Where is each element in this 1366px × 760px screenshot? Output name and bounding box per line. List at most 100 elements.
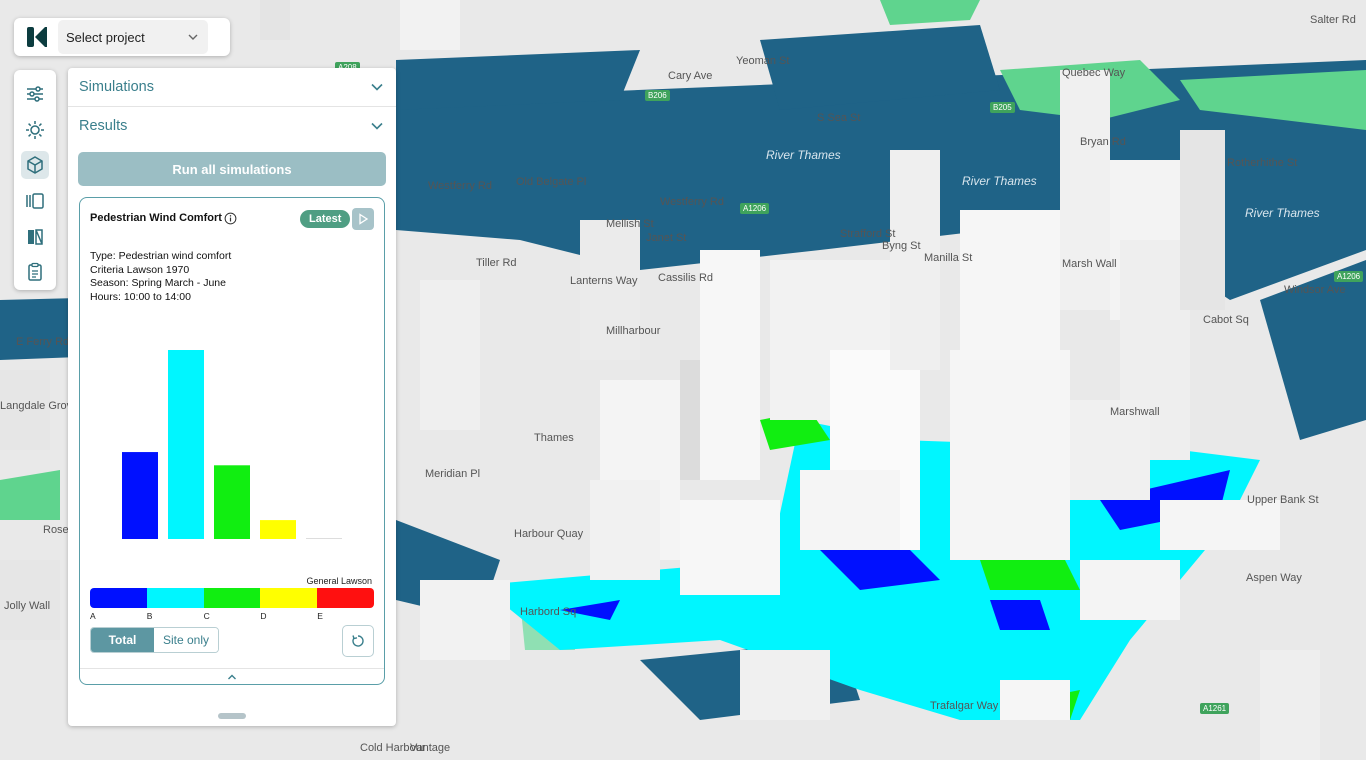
- scale-segment-E: [317, 588, 374, 608]
- map-label-street: Marshwall: [1110, 406, 1160, 418]
- map-label-street: Harbord Sq: [520, 606, 577, 618]
- report-tool-button[interactable]: [21, 258, 49, 286]
- map-label-street: Rotherhithe St: [1227, 157, 1298, 169]
- bar-D: [260, 520, 296, 539]
- scale-letter: C: [203, 611, 210, 621]
- map-label-street: Janet St: [646, 232, 687, 244]
- compare-tool-button[interactable]: [21, 223, 49, 251]
- map-label-water: River Thames: [1245, 206, 1320, 220]
- map-label-street: Cary Ave: [668, 70, 713, 82]
- map-label-street: Marsh Wall: [1062, 258, 1117, 270]
- chevron-up-icon: [228, 674, 236, 680]
- lawson-color-scale: [90, 588, 374, 608]
- map-label-street: Yeoman St: [736, 55, 790, 67]
- road-badge: A1206: [740, 203, 770, 214]
- map-label-street: Jolly Wall: [4, 600, 51, 612]
- scale-segment-A: [90, 588, 147, 608]
- project-bar: Select project: [14, 18, 230, 56]
- logo-icon[interactable]: [22, 22, 52, 52]
- detail-criteria: Criteria Lawson 1970: [90, 263, 190, 276]
- info-icon[interactable]: [224, 212, 237, 225]
- panels-tool-button[interactable]: [21, 187, 49, 215]
- chevron-down-icon: [371, 122, 383, 130]
- map-label-street: Byng St: [882, 240, 921, 252]
- cube-icon: [27, 156, 43, 175]
- map-label-street: Millharbour: [606, 325, 661, 337]
- latest-badge: Latest: [300, 210, 351, 228]
- simulations-section-header[interactable]: Simulations: [68, 68, 396, 107]
- panels-icon: [26, 193, 44, 209]
- sun-icon: [26, 120, 44, 139]
- scale-segment-B: [146, 588, 204, 608]
- chevron-down-icon: [188, 34, 198, 40]
- road-badge: A1261: [1200, 703, 1230, 714]
- map-label-street: Langdale Grove: [0, 400, 79, 412]
- map-label-street: Strafford St: [840, 228, 896, 240]
- map-label-street: Trafalgar Way: [930, 700, 999, 712]
- wind-comfort-bar-chart: [122, 350, 342, 539]
- bar-E: [306, 538, 342, 539]
- total-site-toggle: Total Site only: [90, 627, 220, 653]
- map-label-street: Vantage: [410, 742, 451, 754]
- road-badge: B206: [645, 90, 670, 101]
- map-label-street: Salter Rd: [1310, 14, 1356, 26]
- map-label-street: Quebec Way: [1062, 67, 1126, 79]
- left-toolbar: [14, 70, 56, 290]
- map-label-street: Meridian Pl: [425, 468, 481, 480]
- card-title: Pedestrian Wind Comfort: [90, 212, 222, 224]
- detail-type: Type: Pedestrian wind comfort: [90, 250, 232, 262]
- scale-title: General Lawson: [306, 576, 372, 586]
- play-button[interactable]: [352, 208, 374, 230]
- map-label-street: Old Belgate Pl: [516, 176, 587, 188]
- bar-A: [122, 452, 158, 539]
- project-select[interactable]: Select project: [58, 20, 208, 54]
- map-label-street: Windsor Ave: [1284, 284, 1346, 296]
- cube-tool-button[interactable]: [21, 151, 49, 180]
- run-all-simulations-button[interactable]: Run all simulations: [78, 152, 386, 186]
- simulations-label: Simulations: [79, 79, 154, 95]
- results-label: Results: [79, 118, 128, 134]
- wind-comfort-card: Pedestrian Wind Comfort Latest Type: Ped…: [79, 197, 385, 685]
- scale-letter: B: [146, 611, 153, 621]
- map-label-street: Mellish St: [606, 218, 654, 230]
- map-label-street: Westferry Rd: [660, 196, 724, 208]
- toggle-total[interactable]: Total: [91, 628, 154, 652]
- map-label-street: Bryan Rd: [1080, 136, 1126, 148]
- map-label-street: Aspen Way: [1246, 572, 1302, 584]
- road-badge: A1206: [1334, 271, 1364, 282]
- project-select-label: Select project: [66, 29, 145, 45]
- scale-segment-D: [260, 588, 318, 608]
- scale-letter: D: [260, 611, 267, 621]
- map-label-street: Manilla St: [924, 252, 973, 264]
- bar-B: [168, 350, 204, 539]
- play-icon: [359, 213, 369, 225]
- detail-season: Season: Spring March - June: [90, 277, 226, 290]
- reset-icon: [352, 635, 364, 647]
- bar-C: [214, 465, 250, 539]
- map-label-street: Westferry Rd: [428, 180, 492, 192]
- scale-segment-C: [203, 588, 261, 608]
- map-label-street: Rose: [43, 524, 69, 536]
- settings-tool-button[interactable]: [21, 80, 49, 108]
- card-collapse-button[interactable]: [80, 668, 384, 685]
- reset-button[interactable]: [342, 625, 374, 657]
- clipboard-icon: [28, 263, 42, 281]
- map-label-street: Harbour Quay: [514, 528, 584, 540]
- map-label-street: E Ferry Rd: [16, 336, 70, 348]
- map-label-street: Thames: [534, 432, 574, 444]
- toggle-site-only[interactable]: Site only: [154, 628, 219, 652]
- chevron-down-icon: [371, 83, 383, 91]
- map-label-water: River Thames: [962, 174, 1037, 188]
- panel-resize-handle[interactable]: [218, 713, 246, 719]
- map-label-street: Cabot Sq: [1203, 314, 1249, 326]
- compare-icon: [28, 228, 43, 245]
- road-badge: B205: [990, 102, 1015, 113]
- sliders-icon: [27, 86, 43, 102]
- map-label-street: Upper Bank St: [1247, 494, 1319, 506]
- simulation-details: Type: Pedestrian wind comfort Criteria L…: [90, 250, 231, 304]
- results-section-header[interactable]: Results: [68, 107, 396, 145]
- map-label-street: Lanterns Way: [570, 275, 638, 287]
- sun-tool-button[interactable]: [21, 116, 49, 144]
- scale-letter: A: [90, 611, 96, 621]
- scale-letter: E: [317, 611, 323, 621]
